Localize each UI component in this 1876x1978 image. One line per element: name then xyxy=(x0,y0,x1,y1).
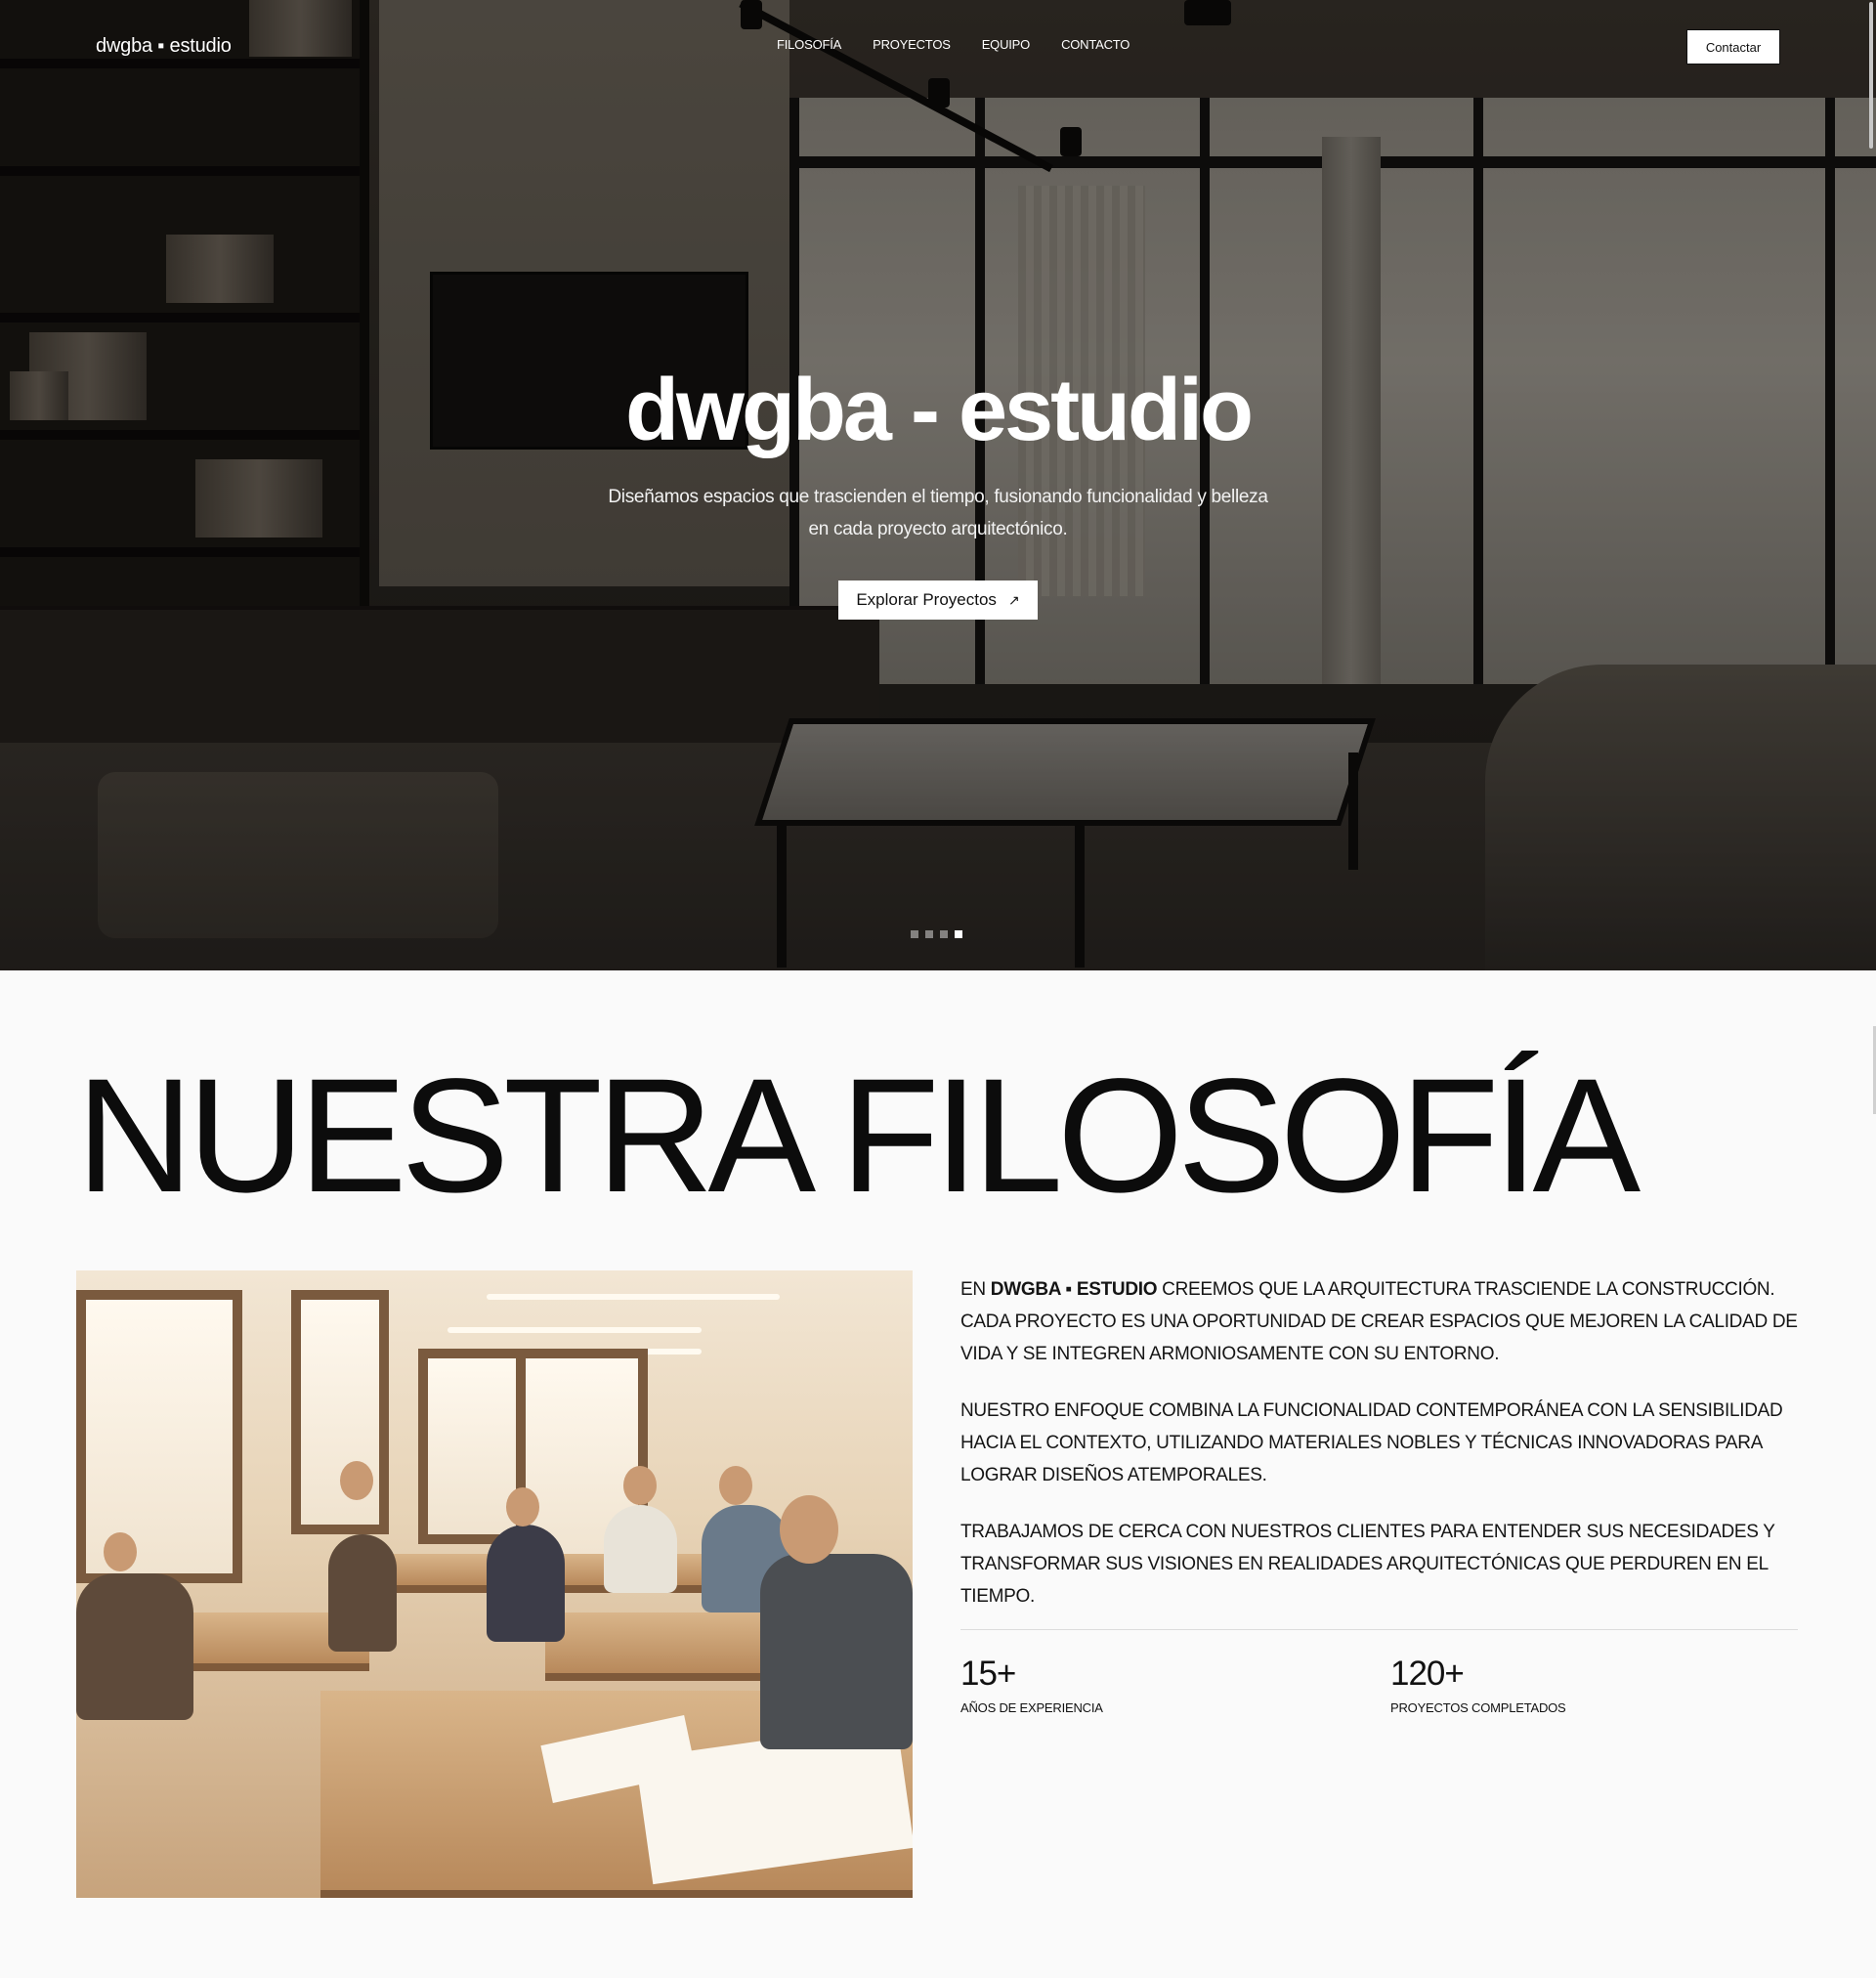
philosophy-text: EN DWGBA ▪ ESTUDIO CREEMOS QUE LA ARQUIT… xyxy=(960,1273,1801,1637)
page-scrollbar[interactable] xyxy=(1869,2,1873,149)
nav-link-proyectos[interactable]: PROYECTOS xyxy=(873,37,951,52)
carousel-dot[interactable] xyxy=(925,930,933,938)
hero-content: dwgba - estudio Diseñamos espacios que t… xyxy=(0,362,1876,620)
carousel-dots xyxy=(911,930,962,938)
stat-projects: 120+ PROYECTOS COMPLETADOS xyxy=(1390,1652,1566,1715)
philosophy-paragraph-3: TRABAJAMOS DE CERCA CON NUESTROS CLIENTE… xyxy=(960,1522,1775,1607)
carousel-dot[interactable] xyxy=(940,930,948,938)
hero-section: dwgba ▪ estudio FILOSOFÍA PROYECTOS EQUI… xyxy=(0,0,1876,970)
stat-label: PROYECTOS COMPLETADOS xyxy=(1390,1700,1566,1715)
stats-divider xyxy=(960,1629,1798,1630)
arrow-up-right-icon: ↗ xyxy=(1007,591,1020,608)
stat-label: AÑOS DE EXPERIENCIA xyxy=(960,1700,1103,1715)
carousel-dot[interactable] xyxy=(911,930,918,938)
nav-link-filosofia[interactable]: FILOSOFÍA xyxy=(777,37,841,52)
nav-links: FILOSOFÍA PROYECTOS EQUIPO CONTACTO xyxy=(777,37,1130,52)
explore-projects-button[interactable]: Explorar Proyectos ↗ xyxy=(838,580,1038,620)
hero-subtitle: Diseñamos espacios que trascienden el ti… xyxy=(608,487,1268,539)
philosophy-paragraph-1: EN DWGBA ▪ ESTUDIO CREEMOS QUE LA ARQUIT… xyxy=(960,1279,1798,1364)
nav-link-contacto[interactable]: CONTACTO xyxy=(1061,37,1130,52)
carousel-dot-active[interactable] xyxy=(955,930,962,938)
contact-button[interactable]: Contactar xyxy=(1686,29,1780,64)
stat-value: 120+ xyxy=(1390,1655,1465,1693)
philosophy-paragraph-2: NUESTRO ENFOQUE COMBINA LA FUNCIONALIDAD… xyxy=(960,1400,1783,1485)
office-team-image xyxy=(76,1270,913,1898)
studio-name: DWGBA ▪ ESTUDIO xyxy=(990,1279,1158,1300)
logo[interactable]: dwgba ▪ estudio xyxy=(96,35,232,58)
stat-value: 15+ xyxy=(960,1655,1016,1693)
philosophy-title: NUESTRA FILOSOFÍA xyxy=(76,1046,1641,1226)
hero-title: dwgba - estudio xyxy=(625,362,1254,459)
nav-link-equipo[interactable]: EQUIPO xyxy=(982,37,1031,52)
explore-projects-label: Explorar Proyectos xyxy=(856,590,997,609)
stat-experience: 15+ AÑOS DE EXPERIENCIA xyxy=(960,1652,1103,1715)
top-nav: dwgba ▪ estudio FILOSOFÍA PROYECTOS EQUI… xyxy=(0,0,1876,94)
